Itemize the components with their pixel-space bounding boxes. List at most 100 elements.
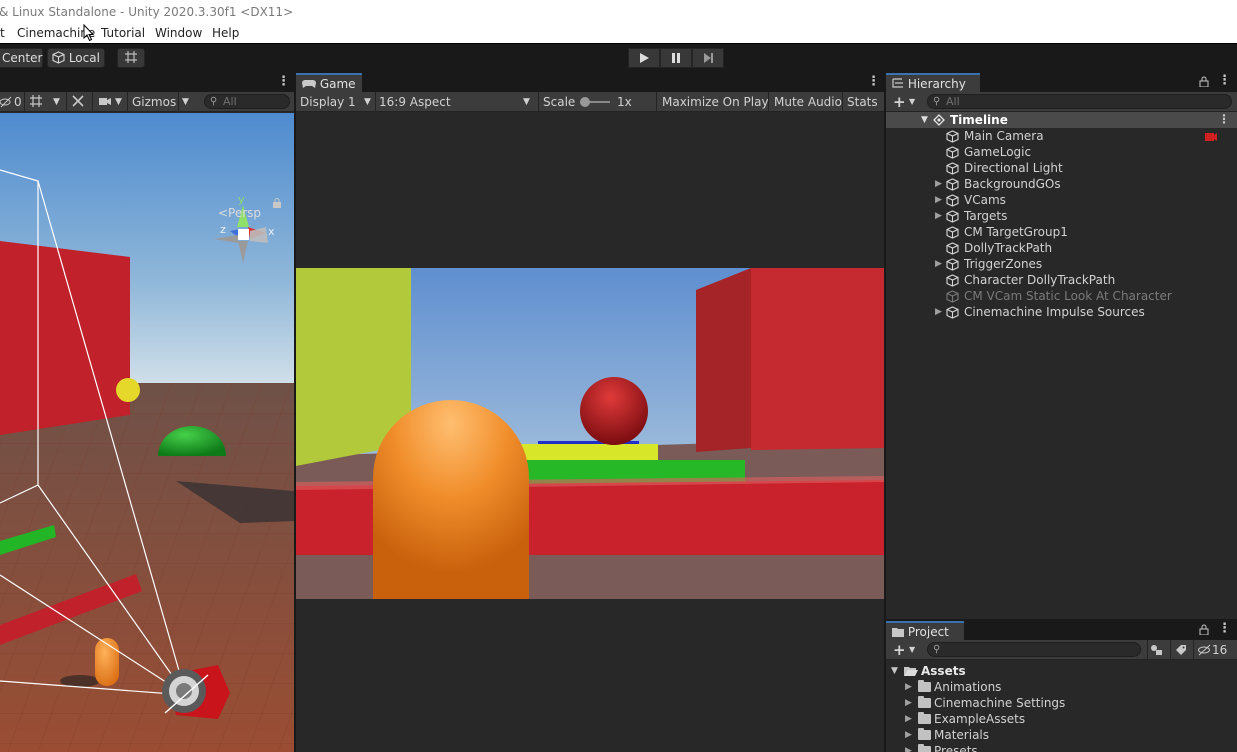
game-view-render[interactable] [296, 268, 884, 599]
camera-dropdown[interactable]: ▼ [115, 92, 122, 112]
hierarchy-toolbar: + ▼ ⚲ All [886, 92, 1237, 112]
scene-search-input[interactable]: ⚲ All [204, 94, 290, 109]
pivot-local-toggle[interactable]: Local [47, 48, 105, 68]
divider [1147, 640, 1148, 660]
expand-arrow-icon[interactable]: ▼ [891, 663, 898, 679]
scale-slider[interactable] [580, 97, 610, 107]
scene-more-icon[interactable]: ⋮ [277, 74, 290, 89]
grid-icon [30, 95, 42, 107]
maximize-on-play-toggle[interactable]: Maximize On Play [662, 92, 769, 112]
plus-icon: + [893, 641, 906, 659]
display-dropdown[interactable]: Display 1 ▼ [300, 92, 372, 112]
tools-toggle[interactable] [71, 92, 85, 112]
menu-item-window[interactable]: Window [155, 25, 202, 42]
hierarchy-item[interactable]: Main Camera [886, 128, 1237, 144]
expand-arrow-icon[interactable]: ▶ [905, 727, 912, 743]
hierarchy-item[interactable]: Directional Light [886, 160, 1237, 176]
hierarchy-item[interactable]: ▶ TriggerZones [886, 256, 1237, 272]
project-visibility-toggle[interactable]: 16 [1198, 640, 1227, 660]
expand-arrow-icon[interactable]: ▶ [935, 208, 942, 224]
stats-toggle[interactable]: Stats [847, 92, 878, 112]
grid-snap-button[interactable] [117, 48, 145, 68]
project-search-input[interactable]: ⚲ [927, 642, 1141, 657]
step-button[interactable] [692, 48, 724, 68]
hierarchy-item[interactable]: CM VCam Static Look At Character [886, 288, 1237, 304]
hierarchy-item[interactable]: DollyTrackPath [886, 240, 1237, 256]
hierarchy-more-icon[interactable]: ⋮ [1218, 73, 1231, 88]
menu-item-tutorial[interactable]: Tutorial [101, 25, 145, 42]
axis-x-label: x [268, 225, 275, 238]
search-by-type-icon[interactable] [1150, 644, 1164, 656]
tab-hierarchy[interactable]: Hierarchy [886, 73, 980, 92]
folder-icon [918, 696, 931, 708]
scene-visibility-toggle[interactable]: 0 [0, 92, 22, 112]
scale-slider-thumb[interactable] [580, 97, 590, 107]
mouse-cursor-icon [83, 24, 95, 42]
pivot-center-toggle[interactable]: Center [0, 48, 43, 68]
project-folder-item[interactable]: ▶ Presets [886, 743, 1237, 752]
tab-game[interactable]: Game [296, 73, 362, 92]
project-folder-item[interactable]: ▶ Cinemachine Settings [886, 695, 1237, 711]
hierarchy-root-row[interactable]: ▼ Timeline ⋮ [886, 112, 1237, 128]
expand-arrow-icon[interactable]: ▶ [935, 304, 942, 320]
project-folder-item[interactable]: ▶ ExampleAssets [886, 711, 1237, 727]
gizmos-dropdown[interactable]: ▼ [182, 92, 189, 112]
hierarchy-item[interactable]: CM TargetGroup1 [886, 224, 1237, 240]
root-more-icon[interactable]: ⋮ [1218, 111, 1230, 127]
gameobject-cube-icon [946, 258, 959, 271]
project-folder-item[interactable]: ▶ Animations [886, 679, 1237, 695]
gizmos-button[interactable]: Gizmos [132, 92, 176, 112]
hierarchy-search-input[interactable]: ⚲ All [927, 94, 1232, 109]
divider [656, 92, 657, 112]
gameobject-cube-icon [946, 146, 959, 159]
menu-item-partial[interactable]: t [0, 25, 5, 42]
expand-arrow-icon[interactable]: ▶ [935, 256, 942, 272]
expand-arrow-icon[interactable]: ▶ [935, 192, 942, 208]
hierarchy-item[interactable]: ▶ BackgroundGOs [886, 176, 1237, 192]
expand-arrow-icon[interactable]: ▶ [935, 176, 942, 192]
lock-icon[interactable] [1199, 624, 1209, 635]
chevron-down-icon: ▼ [53, 97, 60, 107]
aspect-dropdown[interactable]: 16:9 Aspect ▼ [379, 92, 534, 112]
project-more-icon[interactable]: ⋮ [1218, 621, 1231, 636]
hierarchy-search-placeholder: All [946, 95, 960, 108]
expand-arrow-icon[interactable]: ▶ [905, 695, 912, 711]
grid-toggle[interactable] [29, 92, 43, 112]
play-button[interactable] [628, 48, 660, 68]
hierarchy-item[interactable]: GameLogic [886, 144, 1237, 160]
project-root-row[interactable]: ▼ Assets [886, 663, 1237, 679]
hierarchy-add-button[interactable]: + [893, 92, 906, 112]
game-more-icon[interactable]: ⋮ [867, 74, 880, 89]
expand-arrow-icon[interactable]: ▼ [921, 112, 928, 128]
mute-audio-toggle[interactable]: Mute Audio [774, 92, 842, 112]
scale-label: Scale [543, 95, 576, 109]
pause-button[interactable] [660, 48, 692, 68]
hierarchy-add-dropdown[interactable]: ▼ [909, 92, 915, 112]
hierarchy-item[interactable]: ▶ Cinemachine Impulse Sources [886, 304, 1237, 320]
lock-icon[interactable] [272, 198, 282, 208]
hierarchy-item[interactable]: Character DollyTrackPath [886, 272, 1237, 288]
label-icon[interactable] [1175, 644, 1187, 656]
lock-icon[interactable] [1199, 76, 1209, 87]
hierarchy-item-label: BackgroundGOs [964, 177, 1061, 191]
grid-dropdown[interactable]: ▼ [53, 92, 60, 112]
expand-arrow-icon[interactable]: ▶ [905, 679, 912, 695]
project-add-dropdown[interactable]: ▼ [909, 640, 915, 660]
tab-project[interactable]: Project [886, 621, 964, 640]
hierarchy-item[interactable]: ▶ VCams [886, 192, 1237, 208]
persp-label[interactable]: <Persp [218, 206, 261, 220]
project-folder-item[interactable]: ▶ Materials [886, 727, 1237, 743]
window-title: & Linux Standalone - Unity 2020.3.30f1 <… [0, 5, 294, 19]
project-root-label: Assets [921, 664, 966, 678]
expand-arrow-icon[interactable]: ▶ [905, 743, 912, 752]
menu-item-help[interactable]: Help [212, 25, 239, 42]
grid-snap-icon [125, 51, 137, 63]
project-add-button[interactable]: + [893, 640, 906, 660]
gameobject-cube-icon [946, 130, 959, 143]
divider [538, 92, 539, 112]
expand-arrow-icon[interactable]: ▶ [905, 711, 912, 727]
divider [768, 92, 769, 112]
camera-toggle[interactable] [98, 92, 112, 112]
orientation-gizmo[interactable]: y x z [208, 193, 280, 268]
hierarchy-item[interactable]: ▶ Targets [886, 208, 1237, 224]
